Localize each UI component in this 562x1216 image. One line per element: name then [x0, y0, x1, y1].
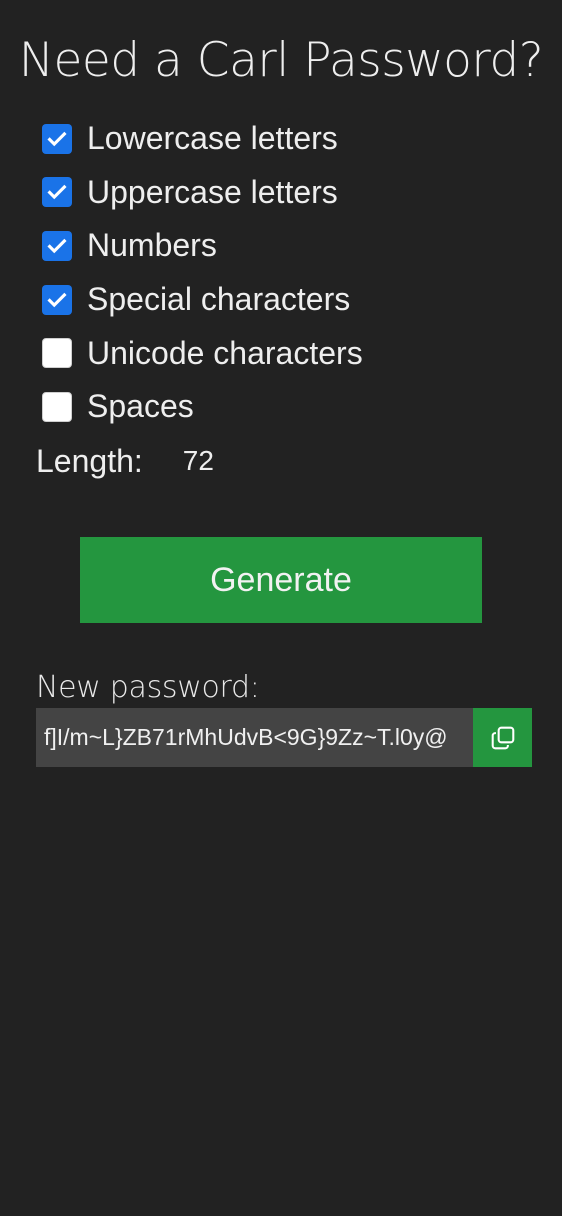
password-output-row: f]I/m~L}ZB71rMhUdvB<9G}9Zz~T.l0y@ [36, 708, 532, 767]
uppercase-label: Uppercase letters [87, 173, 338, 210]
check-icon [47, 185, 67, 200]
option-lowercase[interactable]: Lowercase letters [42, 112, 363, 166]
option-special[interactable]: Special characters [42, 273, 363, 327]
options-list: Lowercase letters Uppercase letters Numb… [42, 112, 363, 434]
special-checkbox[interactable] [42, 284, 72, 315]
option-unicode[interactable]: Unicode characters [42, 326, 363, 380]
check-icon [47, 292, 67, 307]
check-icon [47, 238, 67, 254]
numbers-label: Numbers [87, 227, 217, 264]
spaces-checkbox[interactable] [42, 391, 72, 422]
spaces-label: Spaces [87, 388, 194, 425]
option-spaces[interactable]: Spaces [42, 380, 363, 434]
unicode-label: Unicode characters [87, 334, 363, 371]
generate-button[interactable]: Generate [80, 537, 482, 623]
option-uppercase[interactable]: Uppercase letters [42, 166, 363, 220]
password-output-field[interactable]: f]I/m~L}ZB71rMhUdvB<9G}9Zz~T.l0y@ [36, 708, 473, 767]
uppercase-checkbox[interactable] [42, 177, 72, 208]
numbers-checkbox[interactable] [42, 230, 72, 261]
option-numbers[interactable]: Numbers [42, 219, 363, 273]
length-input[interactable]: 72 [183, 445, 263, 477]
special-label: Special characters [87, 281, 351, 318]
check-icon [47, 131, 67, 147]
lowercase-label: Lowercase letters [87, 120, 338, 157]
length-row: Length: 72 [36, 438, 263, 484]
unicode-checkbox[interactable] [42, 338, 72, 369]
page-title: Need a Carl Password? [18, 33, 544, 88]
copy-icon [491, 726, 514, 749]
new-password-label: New password: [36, 670, 260, 705]
length-label: Length: [36, 442, 143, 479]
lowercase-checkbox[interactable] [42, 123, 72, 154]
copy-button[interactable] [473, 708, 532, 767]
